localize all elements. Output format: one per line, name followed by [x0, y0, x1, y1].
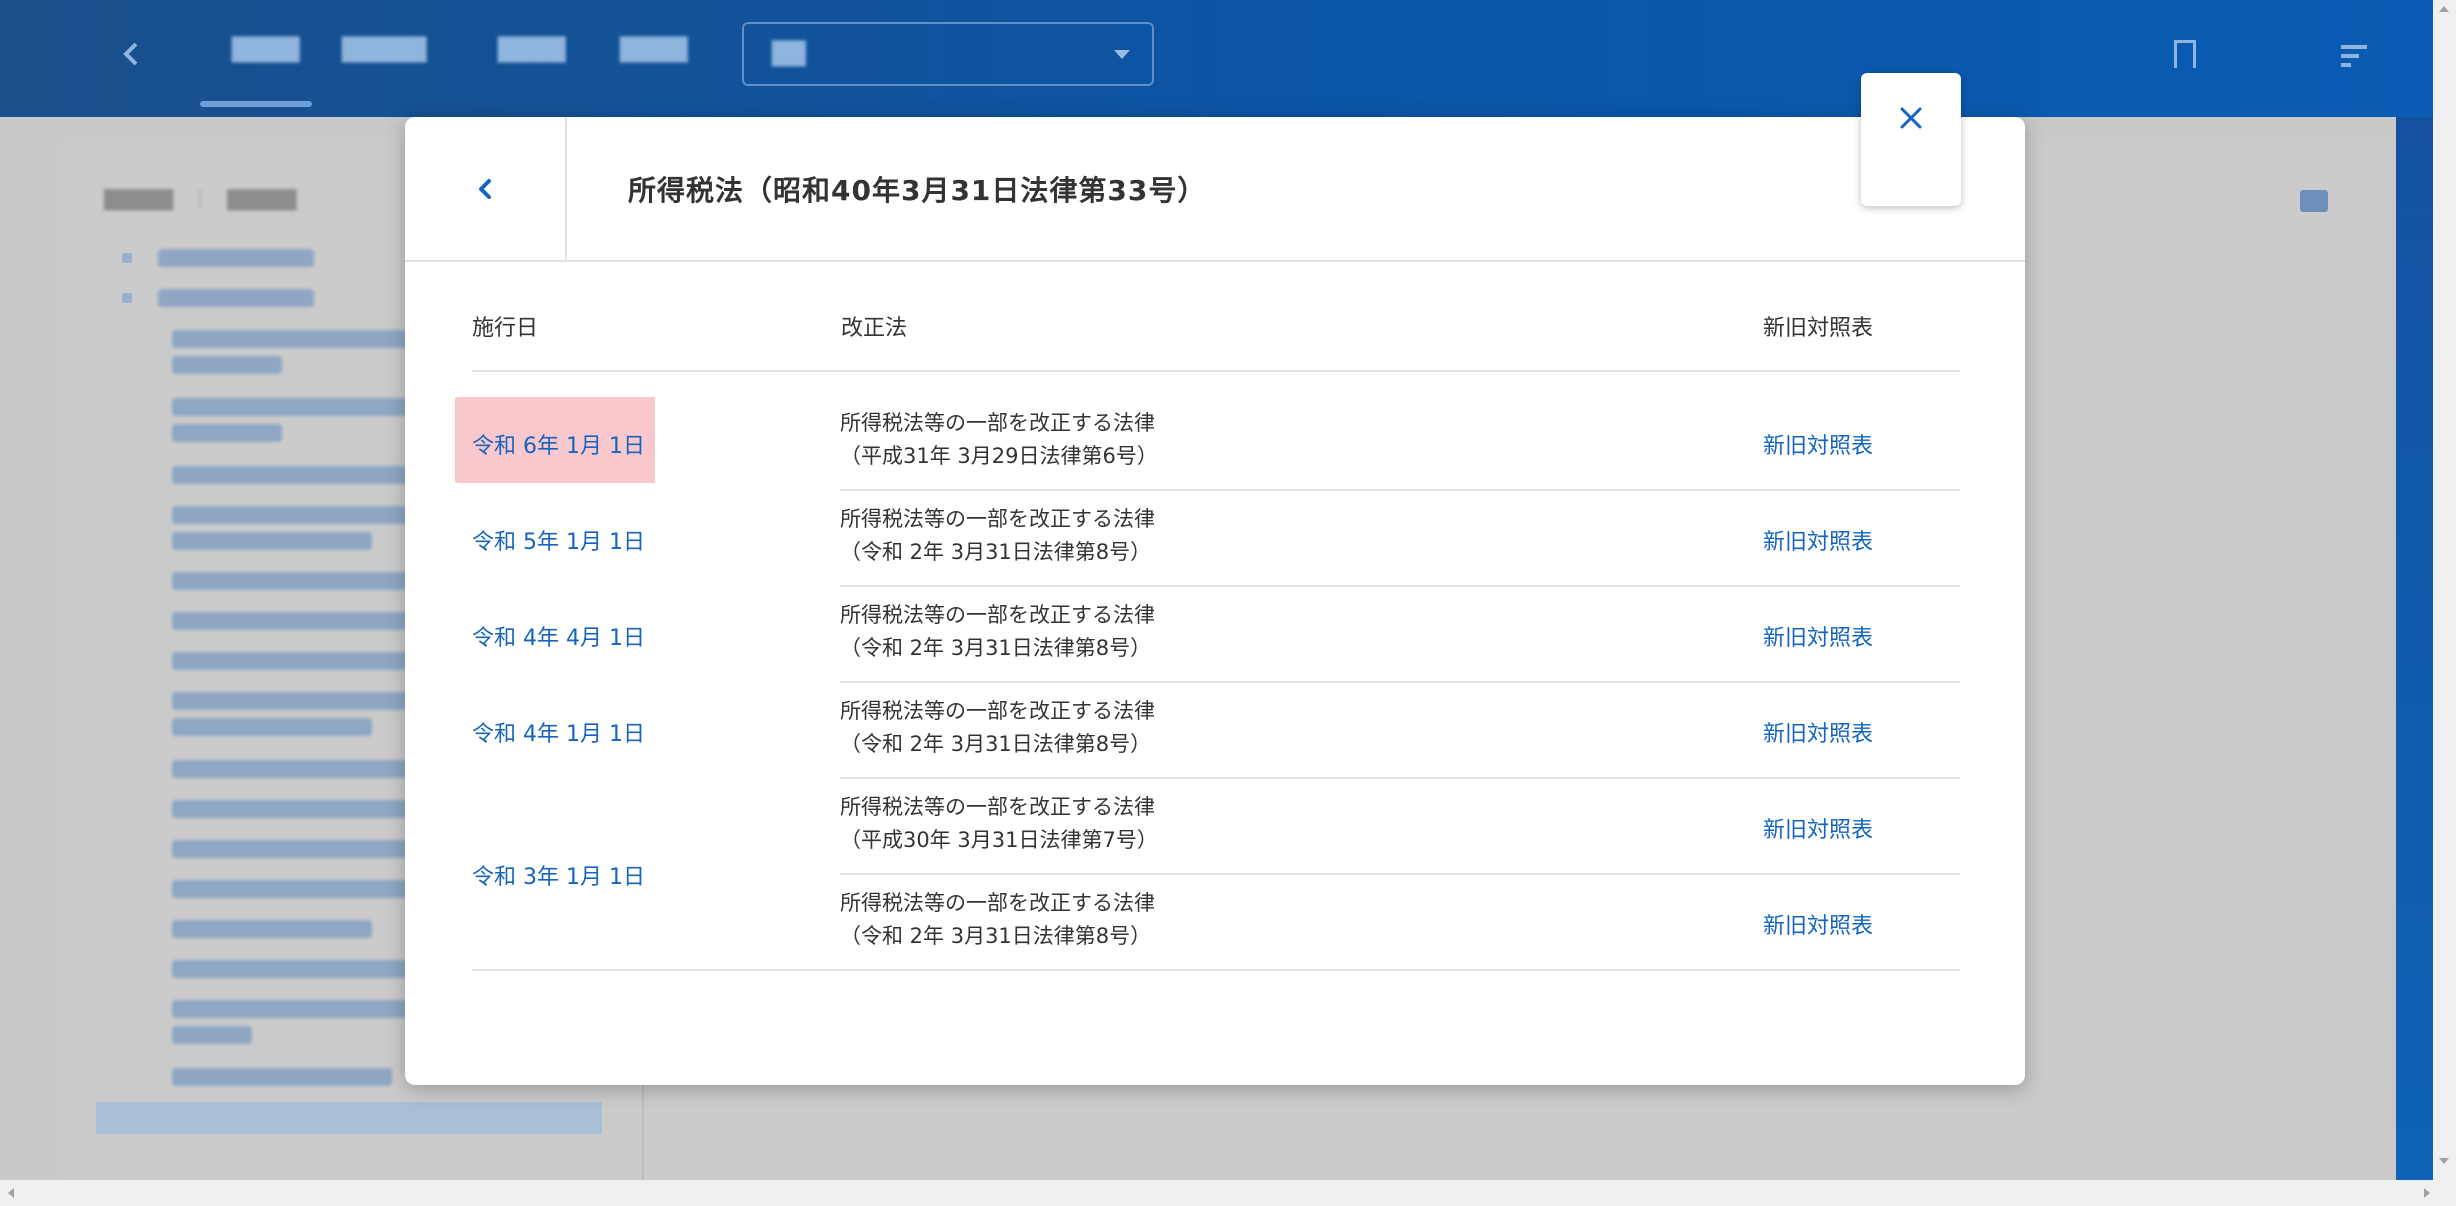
close-icon [1900, 107, 1922, 129]
date-link[interactable]: 令和 6年 1月 1日 [472, 428, 645, 460]
nav-tab-blurred: ████ [232, 38, 300, 63]
compare-link[interactable]: 新旧対照表 [1763, 524, 1873, 556]
edit-icon [2300, 190, 2328, 212]
row-divider [840, 777, 1960, 779]
row-divider [840, 489, 1960, 491]
compare-link[interactable]: 新旧対照表 [1763, 908, 1873, 940]
row-divider [840, 585, 1960, 587]
compare-link[interactable]: 新旧対照表 [1763, 812, 1873, 844]
toc-sidebar-header-blurred: █████ ｜ █████ [104, 190, 297, 211]
table-bottom-divider [472, 969, 1960, 971]
date-link[interactable]: 令和 3年 1月 1日 [472, 859, 645, 891]
version-select-blurred: ██ [742, 22, 1154, 86]
nav-tab-underline [200, 101, 312, 107]
law-cell: 所得税法等の一部を改正する法律 （平成31年 3月29日法律第6号） [840, 411, 1158, 468]
app-back-icon [123, 42, 138, 66]
chevron-down-icon [1114, 50, 1130, 59]
nav-tab-blurred: ████ [620, 38, 688, 63]
scroll-down-icon[interactable] [2439, 1158, 2449, 1164]
chevron-left-icon [479, 179, 491, 199]
law-cell: 所得税法等の一部を改正する法律 （令和 2年 3月31日法律第8号） [840, 699, 1155, 756]
date-link[interactable]: 令和 4年 1月 1日 [472, 716, 645, 748]
modal-title: 所得税法（昭和40年3月31日法律第33号） [628, 174, 1207, 207]
scroll-right-icon[interactable] [2424, 1188, 2430, 1198]
column-header-date: 施行日 [472, 316, 539, 341]
header-divider [472, 370, 1960, 372]
notes-icon [2341, 45, 2367, 67]
toc-selected-item-blurred [96, 1102, 602, 1134]
modal-back-button[interactable] [405, 117, 567, 260]
law-cell: 所得税法等の一部を改正する法律 （令和 2年 3月31日法律第8号） [840, 891, 1155, 948]
background-right-strip [2396, 117, 2433, 1189]
law-cell: 所得税法等の一部を改正する法律 （令和 2年 3月31日法律第8号） [840, 603, 1155, 660]
close-button[interactable] [1861, 73, 1961, 206]
revision-history-modal: 所得税法（昭和40年3月31日法律第33号） 施行日 改正法 新旧対照表 令和 … [405, 117, 2025, 1085]
scroll-up-icon[interactable] [2439, 6, 2449, 12]
vertical-scrollbar[interactable] [2433, 0, 2456, 1180]
column-header-law: 改正法 [841, 316, 908, 341]
compare-link[interactable]: 新旧対照表 [1763, 620, 1873, 652]
row-divider [840, 873, 1960, 875]
scroll-left-icon[interactable] [8, 1188, 14, 1198]
horizontal-scrollbar[interactable] [0, 1180, 2456, 1206]
nav-tab-blurred: █████ [342, 38, 427, 63]
bookmark-icon [2174, 40, 2196, 68]
compare-link[interactable]: 新旧対照表 [1763, 716, 1873, 748]
top-navigation-bar: ████ █████ ████ ████ ██ [0, 0, 2433, 117]
compare-link[interactable]: 新旧対照表 [1763, 428, 1873, 460]
column-header-compare: 新旧対照表 [1763, 316, 1874, 341]
law-cell: 所得税法等の一部を改正する法律 （平成30年 3月31日法律第7号） [840, 795, 1158, 852]
modal-header: 所得税法（昭和40年3月31日法律第33号） [405, 117, 2025, 262]
law-cell: 所得税法等の一部を改正する法律 （令和 2年 3月31日法律第8号） [840, 507, 1155, 564]
date-link[interactable]: 令和 5年 1月 1日 [472, 524, 645, 556]
date-link[interactable]: 令和 4年 4月 1日 [472, 620, 645, 652]
row-divider [840, 681, 1960, 683]
nav-tab-blurred: ████ [498, 38, 566, 63]
